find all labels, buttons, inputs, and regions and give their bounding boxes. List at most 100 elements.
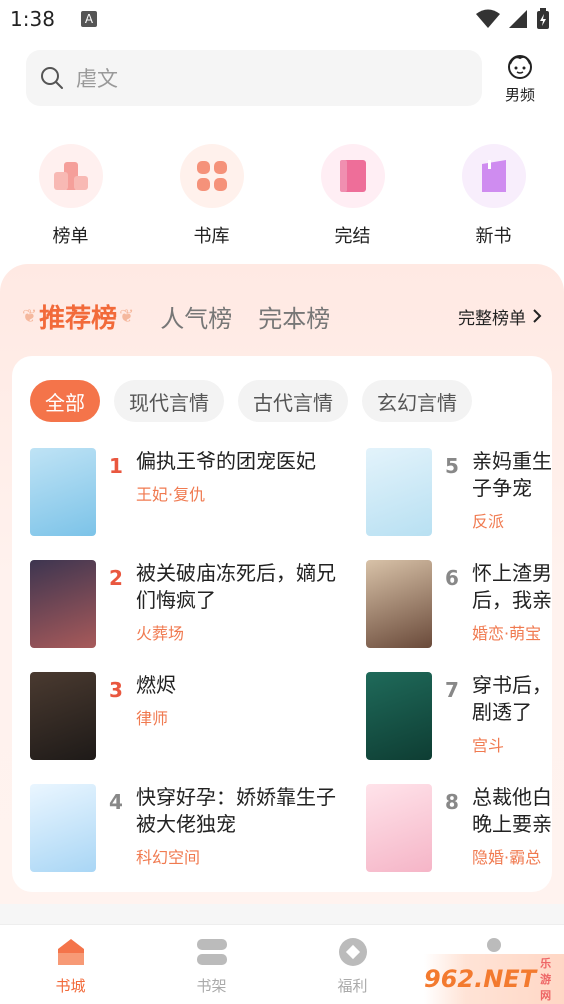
book-title: 燃烬 <box>136 673 176 697</box>
book-rank: 4 <box>109 790 123 814</box>
book-rank: 7 <box>445 678 459 702</box>
nav-label: 福利 <box>337 977 368 995</box>
book-tag: 王妃·复仇 <box>136 485 206 504</box>
tab-recommended[interactable]: ❦ 推荐榜 ❦ <box>22 298 134 335</box>
quick-nav-completed[interactable]: 完结 <box>282 144 423 248</box>
quick-nav-label: 完结 <box>334 226 371 247</box>
notification-a-icon: A <box>80 11 97 27</box>
completed-book-icon <box>320 144 385 208</box>
book-cover <box>366 560 432 648</box>
book-info: 快穿好孕：娇娇靠生子被大佬独宠 科幻空间 <box>136 784 336 874</box>
status-time: 1:38 <box>10 7 55 31</box>
book-cover <box>30 784 96 872</box>
book-title: 穿书后，剧透了 <box>472 673 552 724</box>
tab-popular[interactable]: 人气榜 <box>160 299 232 334</box>
book-info: 怀上渣男后，我亲 婚恋·萌宝 <box>472 560 552 650</box>
ranking-icon <box>38 144 103 208</box>
book-tag: 反派 <box>472 512 505 531</box>
book-title: 快穿好孕：娇娇靠生子被大佬独宠 <box>136 785 336 836</box>
full-list-label: 完整榜单 <box>458 308 526 329</box>
book-item[interactable]: 8 总裁他白晚上要亲 隐婚·霸总 <box>366 784 552 874</box>
nav-welfare[interactable]: 福利 <box>282 925 423 1004</box>
book-cover <box>30 672 96 760</box>
book-tag: 隐婚·霸总 <box>472 848 542 867</box>
welfare-icon <box>338 938 367 966</box>
bookstore-icon <box>57 939 84 965</box>
search-input[interactable]: 虐文 <box>26 50 482 106</box>
ranking-panel: ❦ 推荐榜 ❦ 人气榜 完本榜 完整榜单 全部 现代言情 古代言情 玄幻言情 1… <box>0 264 564 904</box>
book-rank: 3 <box>109 678 123 702</box>
book-title: 偏执王爷的团宠医妃 <box>136 449 316 473</box>
book-cover <box>30 560 96 648</box>
book-rank: 8 <box>445 790 459 814</box>
watermark-logo: 962.NET 乐游网 <box>424 954 564 1004</box>
book-cover <box>366 448 432 536</box>
book-cover <box>366 784 432 872</box>
laurel-left-icon: ❦ <box>22 305 38 327</box>
nav-bookstore[interactable]: 书城 <box>0 925 141 1004</box>
nav-label: 书城 <box>55 977 86 995</box>
book-info: 燃烬 律师 <box>136 672 336 762</box>
book-info: 穿书后，剧透了 宫斗 <box>472 672 552 762</box>
book-info: 亲妈重生子争宠 反派 <box>472 448 552 538</box>
ranking-card: 全部 现代言情 古代言情 玄幻言情 1 偏执王爷的团宠医妃 王妃·复仇 2 被关… <box>12 356 552 892</box>
quick-nav-library[interactable]: 书库 <box>141 144 282 248</box>
chip-ancient-romance[interactable]: 古代言情 <box>238 380 348 422</box>
book-title: 怀上渣男后，我亲 <box>472 561 552 612</box>
book-item[interactable]: 4 快穿好孕：娇娇靠生子被大佬独宠 科幻空间 <box>30 784 350 874</box>
book-tag: 科幻空间 <box>136 848 201 867</box>
search-row: 虐文 男频 <box>26 50 550 106</box>
book-item[interactable]: 5 亲妈重生子争宠 反派 <box>366 448 552 538</box>
book-rank: 1 <box>109 454 123 478</box>
boy-face-icon <box>508 54 532 79</box>
book-rank: 5 <box>445 454 459 478</box>
gender-switch-button[interactable]: 男频 <box>490 52 550 105</box>
book-item[interactable]: 7 穿书后，剧透了 宫斗 <box>366 672 552 762</box>
book-item[interactable]: 6 怀上渣男后，我亲 婚恋·萌宝 <box>366 560 552 650</box>
tab-completed[interactable]: 完本榜 <box>258 299 330 334</box>
ranking-tabs: ❦ 推荐榜 ❦ 人气榜 完本榜 完整榜单 <box>22 296 542 336</box>
signal-icon <box>509 10 527 28</box>
book-rank: 2 <box>109 566 123 590</box>
quick-nav-ranking[interactable]: 榜单 <box>0 144 141 248</box>
book-cover <box>366 672 432 760</box>
book-tag: 婚恋·萌宝 <box>472 624 542 643</box>
quick-nav-label: 榜单 <box>52 226 89 247</box>
book-item[interactable]: 2 被关破庙冻死后，嫡兄们悔疯了 火葬场 <box>30 560 350 650</box>
quick-nav-label: 书库 <box>193 226 230 247</box>
search-icon <box>41 67 63 89</box>
status-icons <box>476 8 550 30</box>
book-tag: 宫斗 <box>472 736 505 755</box>
gender-label: 男频 <box>504 85 535 104</box>
book-item[interactable]: 1 偏执王爷的团宠医妃 王妃·复仇 <box>30 448 350 538</box>
category-chips: 全部 现代言情 古代言情 玄幻言情 <box>30 380 472 422</box>
status-bar: 1:38 A <box>0 0 564 38</box>
book-info: 总裁他白晚上要亲 隐婚·霸总 <box>472 784 552 874</box>
laurel-right-icon: ❦ <box>119 305 135 327</box>
book-title: 总裁他白晚上要亲 <box>472 785 552 836</box>
quick-nav-new[interactable]: 新书 <box>423 144 564 248</box>
book-info: 偏执王爷的团宠医妃 王妃·复仇 <box>136 448 336 538</box>
library-icon <box>179 144 244 208</box>
book-rank: 6 <box>445 566 459 590</box>
book-title: 亲妈重生子争宠 <box>472 449 552 500</box>
book-tag: 火葬场 <box>136 624 185 643</box>
quick-nav: 榜单 书库 完结 新书 <box>0 144 564 248</box>
bookshelf-icon <box>196 939 227 965</box>
chevron-right-icon <box>533 309 542 323</box>
watermark-sub: 乐游网 <box>540 957 552 1002</box>
nav-bookshelf[interactable]: 书架 <box>141 925 282 1004</box>
battery-icon <box>537 8 549 29</box>
wifi-icon <box>476 9 500 28</box>
full-list-link[interactable]: 完整榜单 <box>458 304 542 329</box>
tab-label: 推荐榜 <box>39 303 118 334</box>
chip-all[interactable]: 全部 <box>30 380 100 422</box>
book-item[interactable]: 3 燃烬 律师 <box>30 672 350 762</box>
quick-nav-label: 新书 <box>475 226 512 247</box>
new-book-icon <box>461 144 526 208</box>
watermark-brand: 962.NET <box>424 965 537 993</box>
book-title: 被关破庙冻死后，嫡兄们悔疯了 <box>136 561 336 612</box>
chip-fantasy-romance[interactable]: 玄幻言情 <box>362 380 472 422</box>
chip-modern-romance[interactable]: 现代言情 <box>114 380 224 422</box>
book-info: 被关破庙冻死后，嫡兄们悔疯了 火葬场 <box>136 560 336 650</box>
